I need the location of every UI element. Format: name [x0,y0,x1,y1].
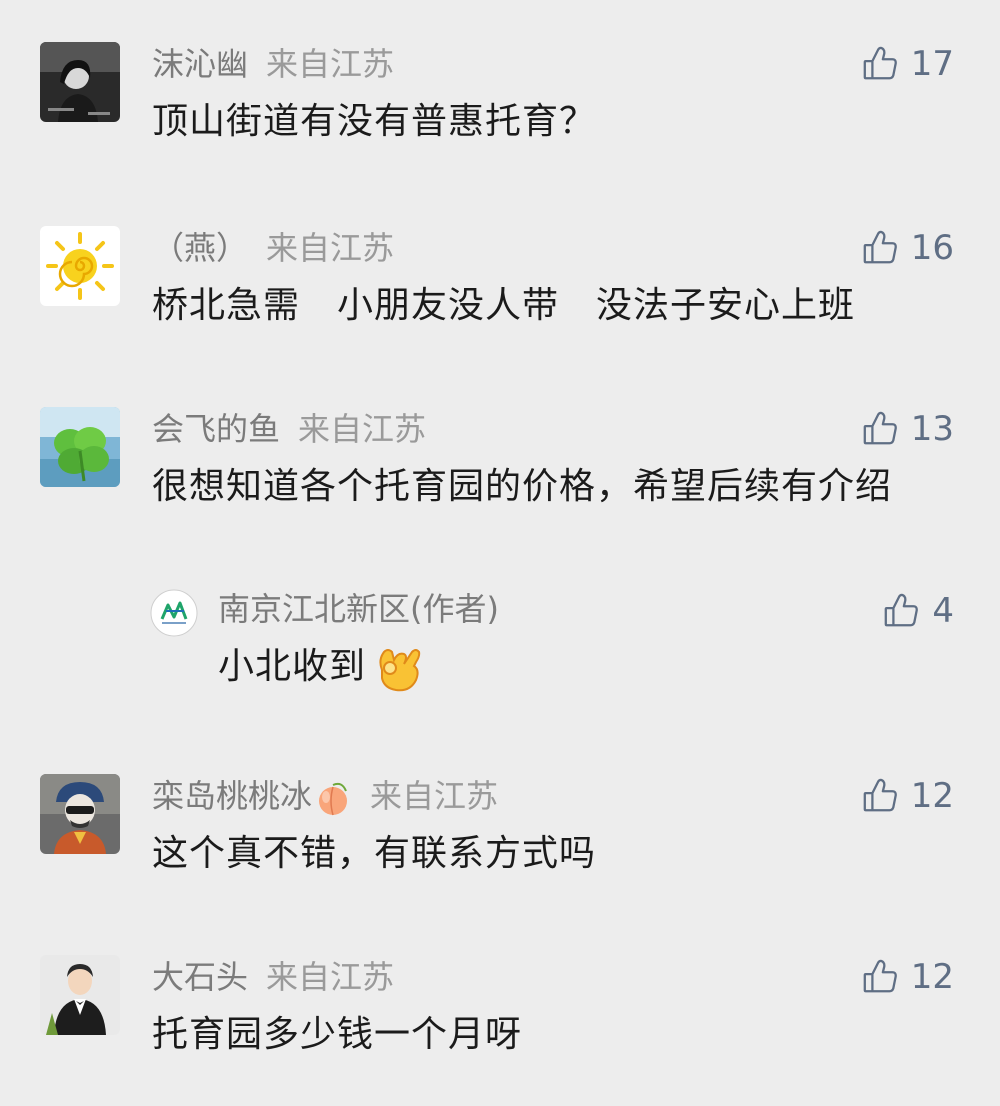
avatar-image [40,774,120,854]
reply-text-content: 小北收到 [218,646,367,687]
avatar[interactable] [40,42,120,122]
origin-label: 来自江苏 [298,410,427,448]
comment-meta: 沫沁幽 来自江苏 [152,44,394,84]
like-count: 12 [910,957,954,997]
like-count: 16 [910,228,954,268]
avatar-image [40,955,120,1035]
comment-text: 这个真不错，有联系方式吗 [152,833,597,874]
comment-meta: 南京江北新区(作者) [218,589,499,629]
comment-text: 桥北急需 小朋友没人带 没法子安心上班 [152,285,856,326]
avatar[interactable] [40,774,120,854]
thumbs-up-icon [861,229,899,267]
comment-meta: 会飞的鱼 来自江苏 [152,409,426,449]
author-avatar[interactable] [150,589,198,637]
like-count: 17 [910,44,954,84]
like-button[interactable]: 17 [861,44,954,84]
comment-text: 很想知道各个托育园的价格，希望后续有介绍 [152,466,893,507]
ok-hand-emoji-icon [379,649,421,692]
like-button[interactable]: 4 [882,591,954,631]
avatar-image [40,42,120,122]
author-nickname[interactable]: 南京江北新区(作者) [218,590,499,628]
avatar[interactable] [40,955,120,1035]
like-count: 12 [910,776,954,816]
avatar[interactable] [40,407,120,487]
avatar[interactable] [40,226,120,306]
thumbs-up-icon [861,958,899,996]
reply-text: 小北收到 [218,639,918,696]
comment-text: 顶山街道有没有普惠托育？ [152,101,597,142]
peach-emoji-icon [319,782,348,816]
origin-label: 来自江苏 [370,777,499,815]
origin-label: 来自江苏 [266,958,395,996]
thumbs-up-icon [861,410,899,448]
thumbs-up-icon [861,45,899,83]
comment-text: 托育园多少钱一个月呀 [152,1014,523,1055]
avatar-image [40,407,120,487]
origin-label: 来自江苏 [266,45,395,83]
comment-meta: 栾岛桃桃冰 来自江苏 [152,776,498,816]
thumbs-up-icon [861,777,899,815]
avatar-image [40,226,120,306]
origin-label: 来自江苏 [266,229,395,267]
nickname[interactable]: 栾岛桃桃冰 [152,777,312,815]
like-count: 13 [910,409,954,449]
comment-meta: （燕） 来自江苏 [152,228,394,268]
nickname[interactable]: 沫沁幽 [152,45,248,83]
comment-meta: 大石头 来自江苏 [152,957,394,997]
nickname[interactable]: 大石头 [152,958,248,996]
like-button[interactable]: 13 [861,409,954,449]
like-button[interactable]: 12 [861,957,954,997]
nickname[interactable]: 会飞的鱼 [152,410,280,448]
comment-list: 沫沁幽 来自江苏 17 顶山街道有没有普惠托育？ （燕） 来自江苏 16 桥北急… [0,0,1000,1106]
like-button[interactable]: 12 [861,776,954,816]
like-button[interactable]: 16 [861,228,954,268]
thumbs-up-icon [882,592,920,630]
nickname[interactable]: （燕） [152,229,248,267]
avatar-image [150,589,198,637]
like-count: 4 [932,591,954,631]
